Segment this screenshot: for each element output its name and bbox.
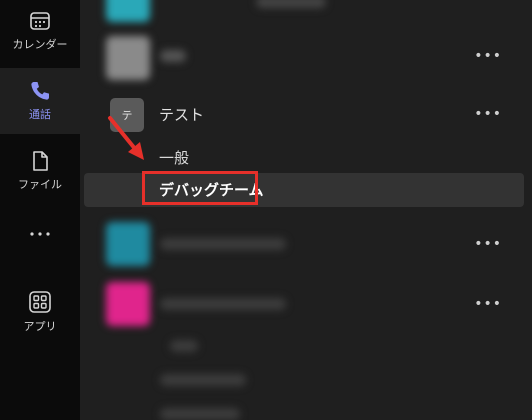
team-more-button[interactable]: ••• bbox=[474, 48, 502, 64]
rail-item-label: 通話 bbox=[29, 108, 51, 121]
team-name-blurred bbox=[160, 238, 286, 250]
channel-name-blurred bbox=[170, 340, 198, 352]
highlight-box bbox=[142, 171, 258, 205]
rail-item-calendar[interactable]: カレンダー bbox=[0, 10, 80, 60]
rail-item-apps[interactable]: アプリ bbox=[0, 290, 80, 340]
rail-item-more[interactable] bbox=[0, 230, 80, 250]
team-avatar-blurred bbox=[106, 222, 150, 266]
rail-item-calls[interactable]: 通話 bbox=[0, 68, 80, 134]
more-apps-icon bbox=[28, 230, 52, 238]
rail-item-label: カレンダー bbox=[12, 38, 68, 51]
calendar-icon bbox=[29, 10, 51, 32]
team-name-blurred bbox=[256, 0, 326, 8]
annotation-arrow-icon bbox=[108, 116, 144, 160]
rail-item-files[interactable]: ファイル bbox=[0, 150, 80, 200]
team-avatar-blurred bbox=[106, 282, 150, 326]
phone-icon bbox=[29, 80, 51, 102]
apps-icon bbox=[28, 290, 52, 314]
channel-name-blurred bbox=[160, 408, 240, 420]
channel-name-blurred bbox=[160, 374, 246, 386]
team-more-button[interactable]: ••• bbox=[474, 236, 502, 252]
channel-general[interactable]: 一般 bbox=[159, 147, 189, 168]
team-avatar-blurred bbox=[106, 36, 150, 80]
rail-item-label: アプリ bbox=[23, 320, 57, 333]
rail-item-label: ファイル bbox=[18, 178, 62, 191]
team-avatar-blurred bbox=[106, 0, 150, 22]
app-rail: カレンダー 通話 ファイル アプリ bbox=[0, 0, 80, 420]
teams-list: ••• テ テスト ••• 一般 デバッグチーム ••• ••• bbox=[80, 0, 532, 420]
team-name[interactable]: テスト bbox=[159, 104, 204, 125]
team-more-button[interactable]: ••• bbox=[474, 296, 502, 312]
file-icon bbox=[29, 150, 51, 172]
team-more-button[interactable]: ••• bbox=[474, 106, 502, 122]
teams-app: カレンダー 通話 ファイル アプリ ••• テ テスト ••• 一般 デバッグチ… bbox=[0, 0, 532, 420]
team-name-blurred bbox=[160, 50, 186, 62]
team-name-blurred bbox=[160, 298, 286, 310]
